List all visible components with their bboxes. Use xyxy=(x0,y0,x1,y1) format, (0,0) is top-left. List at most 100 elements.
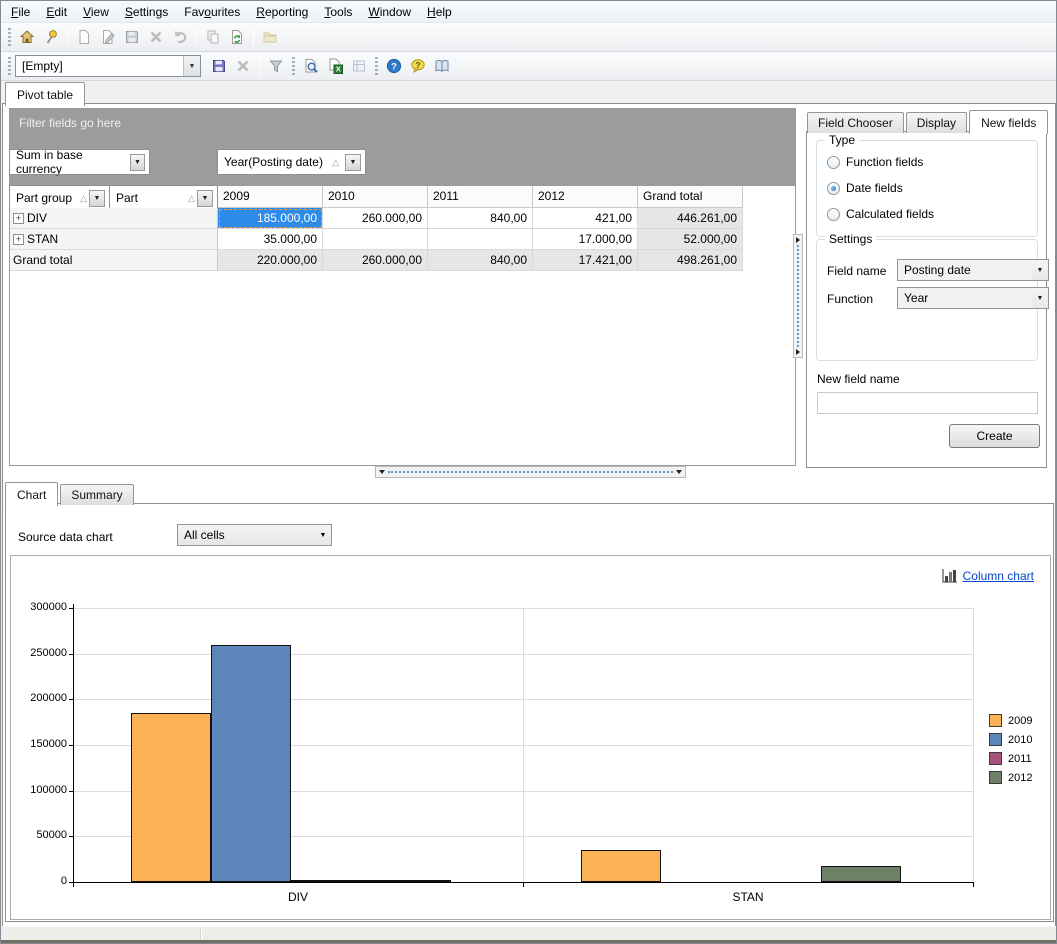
bar-div-2009[interactable] xyxy=(131,713,211,882)
pivot-cell[interactable]: 17.000,00 xyxy=(533,229,638,250)
chevron-down-icon[interactable]: ▼ xyxy=(183,56,200,76)
menu-tools[interactable]: Tools xyxy=(316,2,360,22)
column-header-grand-total[interactable]: Grand total xyxy=(638,186,743,208)
save-button[interactable] xyxy=(120,26,144,49)
bar-div-2010[interactable] xyxy=(211,645,291,882)
open-folder-button[interactable] xyxy=(258,26,282,49)
radio-option-function-fields[interactable]: Function fields xyxy=(827,155,923,169)
pivot-cell[interactable]: 185.000,00 xyxy=(218,208,323,229)
pivot-filter-band[interactable] xyxy=(10,109,795,186)
column-header-2009[interactable]: 2009 xyxy=(218,186,323,208)
pivot-cell[interactable]: 35.000,00 xyxy=(218,229,323,250)
filter-button[interactable] xyxy=(264,55,288,78)
vertical-splitter[interactable] xyxy=(793,234,803,358)
copy-button[interactable] xyxy=(201,26,225,49)
menu-file[interactable]: File xyxy=(3,2,38,22)
field-dropdown-icon[interactable]: ▼ xyxy=(197,190,213,207)
new-document-button[interactable] xyxy=(72,26,96,49)
row-field-part-group-button[interactable]: Part group △ ▼ xyxy=(10,186,109,210)
toolbar-grip[interactable] xyxy=(292,57,295,75)
delete-layout-button[interactable] xyxy=(231,55,255,78)
menu-reporting[interactable]: Reporting xyxy=(248,2,316,22)
print-preview-button[interactable] xyxy=(299,55,323,78)
pivot-cell[interactable]: 17.421,00 xyxy=(533,250,638,271)
radio-icon[interactable] xyxy=(827,182,840,195)
menu-favourites[interactable]: Favourites xyxy=(176,2,248,22)
pivot-cell[interactable]: 421,00 xyxy=(533,208,638,229)
pivot-cell[interactable]: 220.000,00 xyxy=(218,250,323,271)
pivot-cell[interactable] xyxy=(323,229,428,250)
expand-icon[interactable]: + xyxy=(13,234,24,245)
pivot-cell[interactable]: 260.000,00 xyxy=(323,250,428,271)
toolbar-grip[interactable] xyxy=(375,57,378,75)
radio-icon[interactable] xyxy=(827,156,840,169)
context-help-button[interactable]: ? xyxy=(406,55,430,78)
field-dropdown-icon[interactable]: ▼ xyxy=(345,154,361,171)
collapse-down-icon[interactable] xyxy=(379,470,385,474)
toolbar-grip[interactable] xyxy=(8,28,11,46)
collapse-down-icon[interactable] xyxy=(676,470,682,474)
collapse-right-icon[interactable] xyxy=(796,349,800,355)
home-button[interactable] xyxy=(15,26,39,49)
menu-window[interactable]: Window xyxy=(360,2,419,22)
tab-pivot-table[interactable]: Pivot table xyxy=(5,82,85,106)
legend-item-2012[interactable]: 2012 xyxy=(989,771,1032,784)
row-header-div[interactable]: +DIV xyxy=(10,208,218,229)
radio-option-date-fields[interactable]: Date fields xyxy=(827,181,903,195)
save-layout-button[interactable] xyxy=(207,55,231,78)
tab-chart[interactable]: Chart xyxy=(5,482,58,506)
undo-button[interactable] xyxy=(168,26,192,49)
legend-item-2010[interactable]: 2010 xyxy=(989,733,1032,746)
tab-new-fields[interactable]: New fields xyxy=(969,110,1048,134)
chevron-down-icon[interactable]: ▼ xyxy=(1032,295,1048,302)
radio-option-calculated-fields[interactable]: Calculated fields xyxy=(827,207,934,221)
pivot-layout-button[interactable] xyxy=(347,55,371,78)
bar-div-2011[interactable] xyxy=(291,880,371,882)
edit-document-button[interactable] xyxy=(96,26,120,49)
delete-button[interactable] xyxy=(144,26,168,49)
tab-summary[interactable]: Summary xyxy=(60,484,133,505)
pivot-cell[interactable] xyxy=(428,229,533,250)
bar-stan-2009[interactable] xyxy=(581,850,661,882)
pivot-cell[interactable]: 52.000,00 xyxy=(638,229,743,250)
row-field-part-button[interactable]: Part △ ▼ xyxy=(110,186,217,210)
pivot-cell[interactable]: 498.261,00 xyxy=(638,250,743,271)
column-header-2010[interactable]: 2010 xyxy=(323,186,428,208)
radio-icon[interactable] xyxy=(827,208,840,221)
horizontal-splitter[interactable] xyxy=(375,466,686,478)
pivot-cell[interactable]: 446.261,00 xyxy=(638,208,743,229)
pivot-cell[interactable]: 260.000,00 xyxy=(323,208,428,229)
pin-button[interactable] xyxy=(39,26,63,49)
help-button[interactable]: ? xyxy=(382,55,406,78)
create-button[interactable]: Create xyxy=(949,424,1040,448)
tab-display[interactable]: Display xyxy=(906,112,967,133)
column-field-button[interactable]: Year(Posting date) △ ▼ xyxy=(218,150,365,174)
menu-settings[interactable]: Settings xyxy=(117,2,176,22)
pivot-cell[interactable]: 840,00 xyxy=(428,250,533,271)
column-header-2012[interactable]: 2012 xyxy=(533,186,638,208)
manual-button[interactable] xyxy=(430,55,454,78)
export-excel-button[interactable]: X xyxy=(323,55,347,78)
row-header-stan[interactable]: +STAN xyxy=(10,229,218,250)
menu-view[interactable]: View xyxy=(75,2,117,22)
field-name-combo[interactable]: Posting date ▼ xyxy=(897,259,1049,281)
chevron-down-icon[interactable]: ▼ xyxy=(315,532,331,539)
new-field-name-input[interactable] xyxy=(817,392,1038,414)
function-combo[interactable]: Year ▼ xyxy=(897,287,1049,309)
column-header-2011[interactable]: 2011 xyxy=(428,186,533,208)
toolbar-grip[interactable] xyxy=(8,57,11,75)
row-header-grand-total[interactable]: Grand total xyxy=(10,250,218,271)
data-field-button[interactable]: Sum in base currency ▼ xyxy=(10,150,149,174)
tab-field-chooser[interactable]: Field Chooser xyxy=(807,112,904,133)
pivot-cell[interactable]: 840,00 xyxy=(428,208,533,229)
menu-edit[interactable]: Edit xyxy=(38,2,75,22)
bar-div-2012[interactable] xyxy=(371,880,451,882)
collapse-right-icon[interactable] xyxy=(796,237,800,243)
bar-stan-2012[interactable] xyxy=(821,866,901,882)
field-dropdown-icon[interactable]: ▼ xyxy=(89,190,105,207)
layout-combo[interactable]: [Empty] ▼ xyxy=(15,55,201,77)
expand-icon[interactable]: + xyxy=(13,213,24,224)
legend-item-2011[interactable]: 2011 xyxy=(989,752,1032,765)
source-data-chart-combo[interactable]: All cells ▼ xyxy=(177,524,332,546)
field-dropdown-icon[interactable]: ▼ xyxy=(130,154,145,171)
